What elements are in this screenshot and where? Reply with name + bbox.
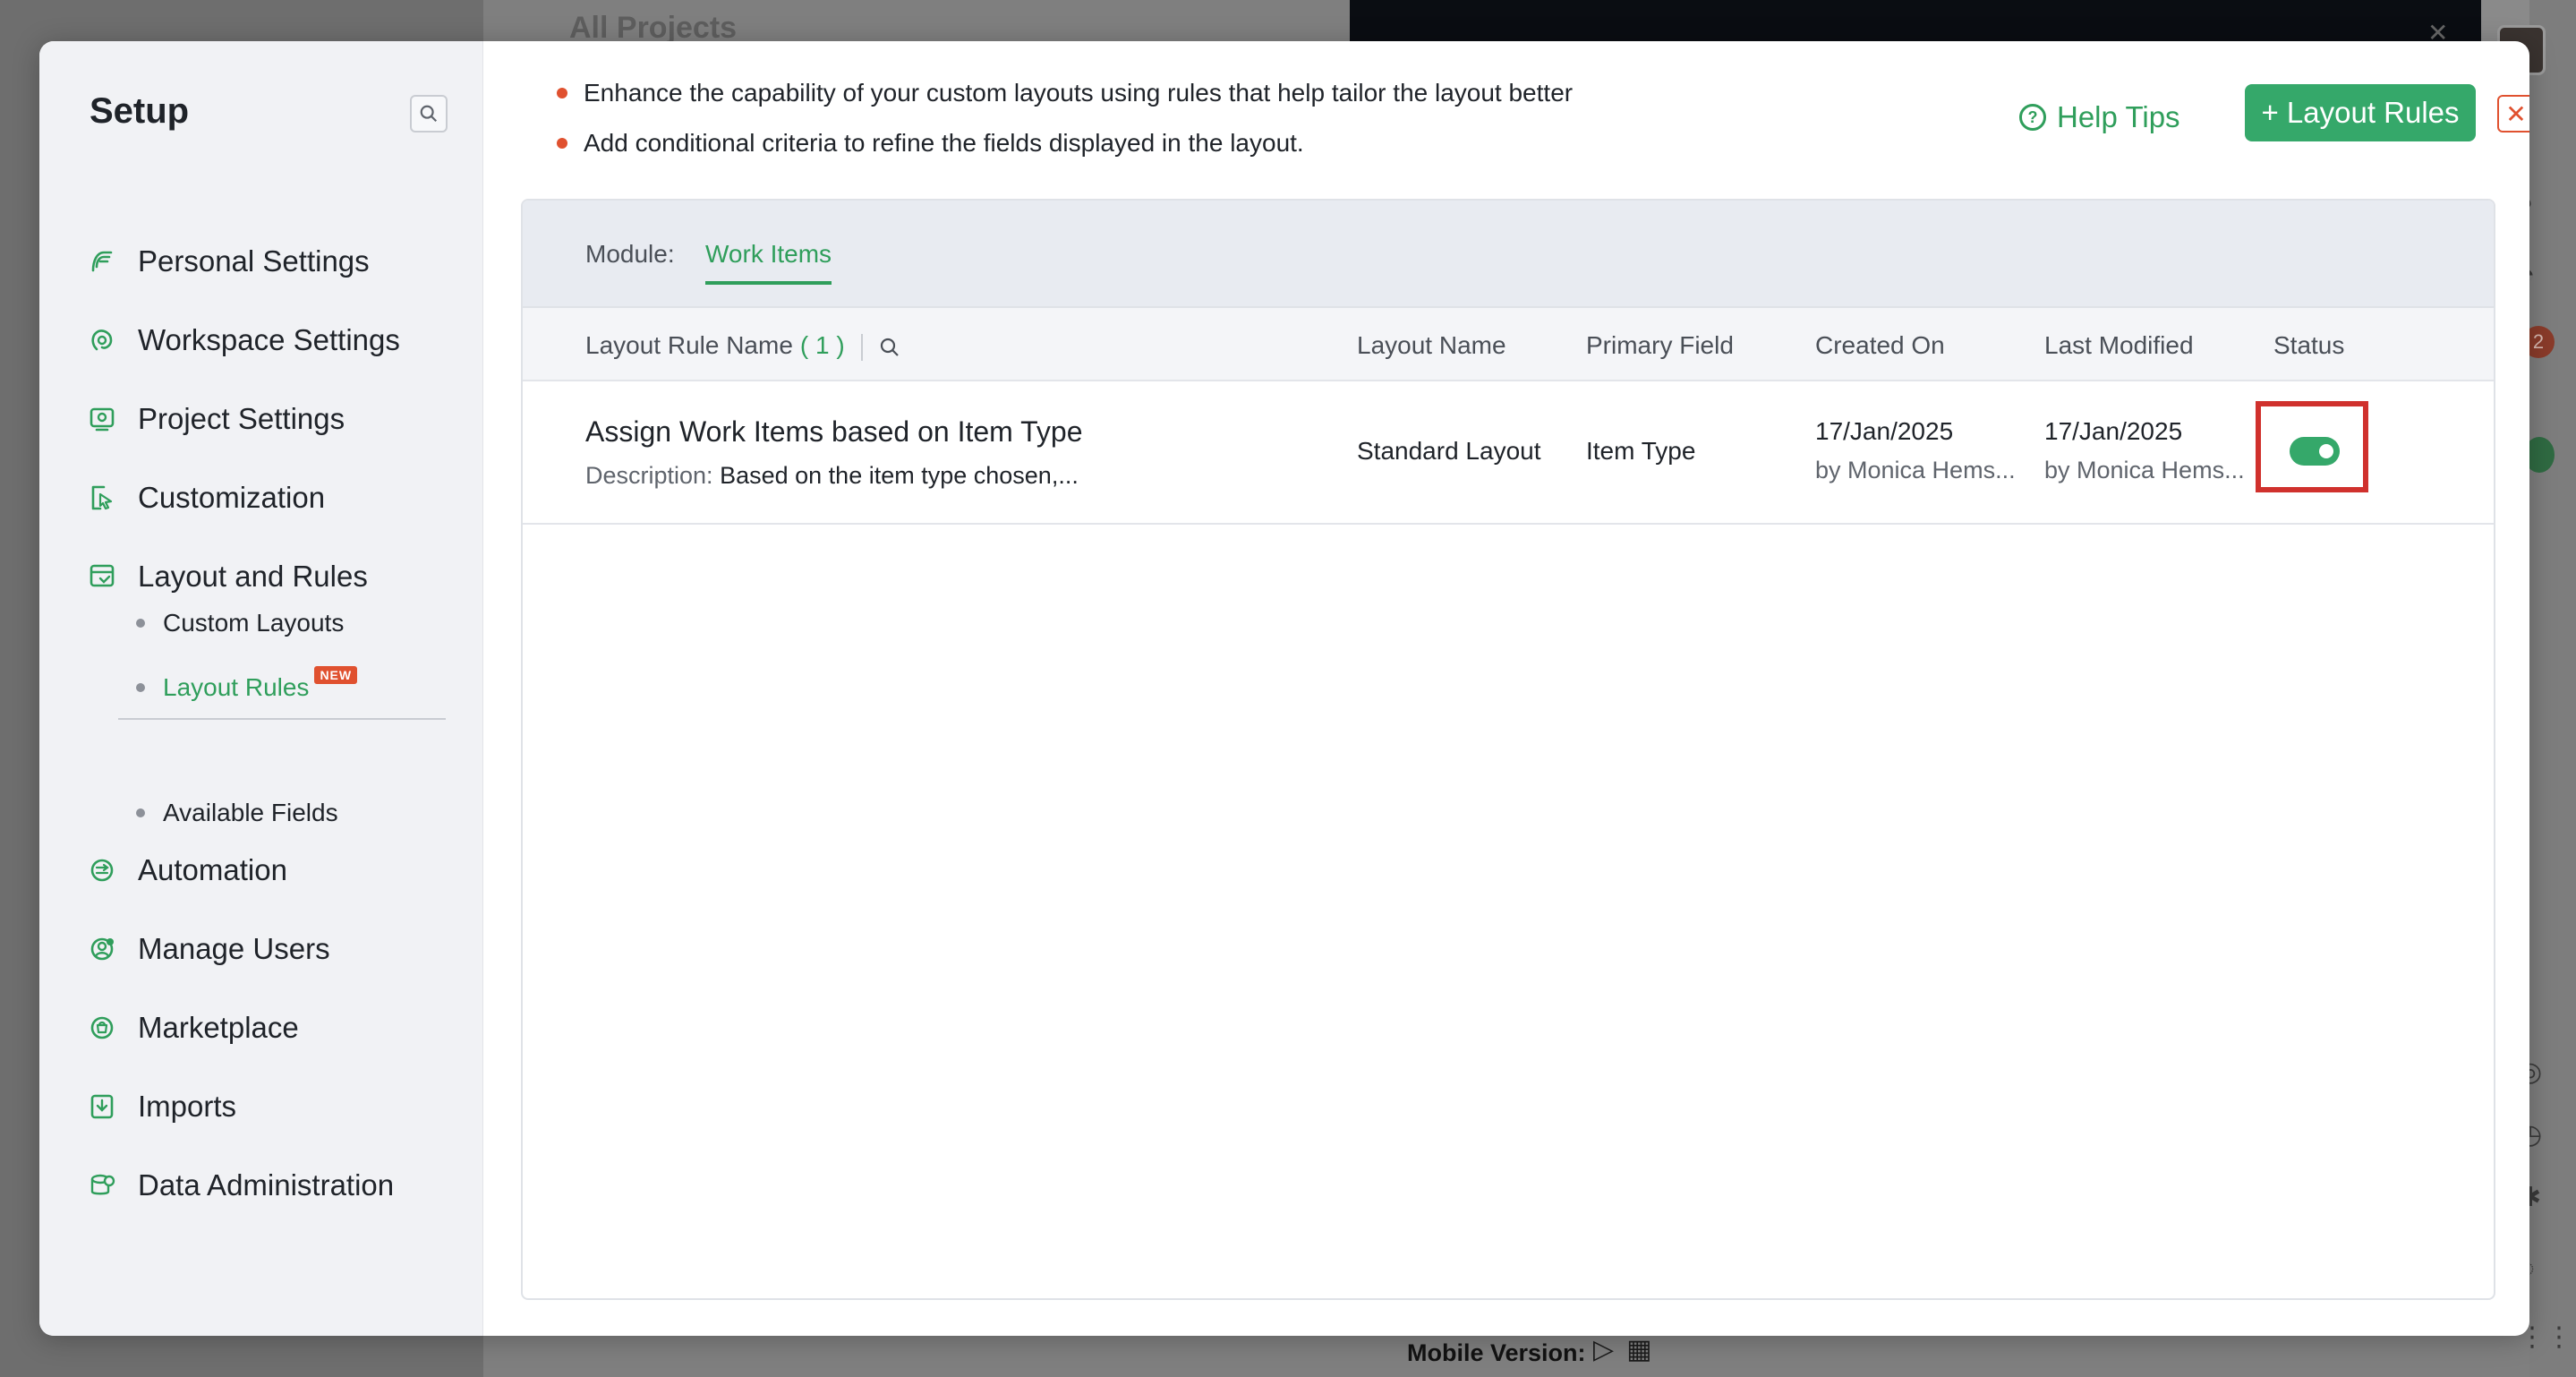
sidebar-item-layout-and-rules[interactable]: Layout and Rules [86, 553, 368, 600]
info-text: Enhance the capability of your custom la… [584, 79, 1574, 107]
mobile-store-icons: ▷▦ [1593, 1334, 1664, 1365]
info-bullet: Enhance the capability of your custom la… [557, 79, 1573, 107]
sidebar-subitem-available-fields[interactable]: Available Fields [136, 793, 338, 833]
sidebar-item-label: Workspace Settings [138, 323, 400, 356]
created-by-cell: by Monica Hems... [1815, 457, 2016, 483]
sidebar-item-manage-users[interactable]: Manage Users [86, 926, 330, 972]
close-icon: ✕ [2505, 99, 2527, 128]
mobile-version-label: Mobile Version: [1407, 1339, 1586, 1366]
layout-name-cell: Standard Layout [1357, 437, 1541, 465]
sidebar-item-label: Automation [138, 853, 287, 886]
sidebar-item-label: Customization [138, 481, 326, 514]
tab-work-items[interactable]: Work Items [705, 240, 832, 285]
header-separator [860, 333, 863, 361]
created-date-cell: 17/Jan/2025 [1815, 417, 1954, 445]
setup-sidebar: Setup Personal Settings Workspace Settin… [39, 41, 483, 1336]
modified-by-cell: by Monica Hems... [2044, 457, 2245, 483]
module-bar: Module: Work Items [523, 201, 2494, 308]
primary-field-cell: Item Type [1586, 437, 1696, 465]
rule-name-link[interactable]: Assign Work Items based on Item Type [585, 415, 1083, 449]
sidebar-item-label: Marketplace [138, 1011, 299, 1044]
table-header: Layout Rule Name( 1 ) Layout Name Primar… [523, 308, 2494, 381]
help-tips-link[interactable]: ? Help Tips [2019, 95, 2180, 140]
sidebar-item-project-settings[interactable]: Project Settings [86, 396, 345, 442]
new-badge: NEW [314, 666, 358, 684]
close-modal-button[interactable]: ✕ [2497, 95, 2529, 133]
module-label: Module: [585, 240, 675, 268]
search-icon [420, 105, 438, 123]
sidebar-divider [118, 718, 446, 720]
layout-rules-table: Module: Work Items Layout Rule Name( 1 )… [521, 199, 2495, 1300]
automation-icon [86, 854, 118, 886]
layout-rules-main: Enhance the capability of your custom la… [483, 41, 2529, 1336]
table-row[interactable]: Assign Work Items based on Item Type Des… [523, 381, 2494, 525]
sidebar-item-label: Personal Settings [138, 244, 370, 278]
info-bullet: Add conditional criteria to refine the f… [557, 129, 1304, 158]
play-store-icon: ▷ [1593, 1335, 1627, 1364]
description-text: Based on the item type chosen,... [720, 462, 1079, 489]
sidebar-item-personal-settings[interactable]: Personal Settings [86, 238, 370, 285]
background-right-rail [2529, 0, 2576, 1377]
sidebar-subitem-label: Layout Rules [163, 673, 310, 701]
bullet-dot [136, 808, 145, 817]
bullet-dot [136, 683, 145, 692]
sidebar-item-label: Data Administration [138, 1168, 395, 1202]
sidebar-item-automation[interactable]: Automation [86, 847, 287, 894]
user-settings-icon [86, 245, 118, 278]
column-header-primary-field: Primary Field [1586, 331, 1734, 359]
column-header-rule-name: Layout Rule Name( 1 ) [585, 331, 900, 361]
sidebar-subitem-layout-rules[interactable]: Layout Rules NEW [136, 666, 358, 707]
workspace-icon [86, 324, 118, 356]
setup-modal: Setup Personal Settings Workspace Settin… [39, 41, 2529, 1336]
bullet-dot [136, 619, 145, 628]
rule-description: Description: Based on the item type chos… [585, 462, 1079, 490]
column-search-button[interactable] [879, 337, 900, 358]
sidebar-item-label: Imports [138, 1090, 237, 1123]
project-settings-icon [86, 403, 118, 435]
data-admin-icon [86, 1169, 118, 1202]
status-toggle[interactable] [2290, 437, 2340, 466]
layout-icon [86, 560, 118, 593]
help-tips-label: Help Tips [2057, 100, 2180, 133]
sidebar-search-button[interactable] [410, 95, 448, 133]
description-label: Description: [585, 462, 713, 489]
modified-date-cell: 17/Jan/2025 [2044, 417, 2183, 445]
column-header-created-on: Created On [1815, 331, 1945, 359]
sidebar-item-imports[interactable]: Imports [86, 1083, 236, 1130]
sidebar-item-data-administration[interactable]: Data Administration [86, 1162, 394, 1209]
sidebar-item-label: Manage Users [138, 932, 330, 965]
info-text: Add conditional criteria to refine the f… [584, 129, 1304, 157]
sidebar-subitem-custom-layouts[interactable]: Custom Layouts [136, 603, 344, 643]
sidebar-item-marketplace[interactable]: Marketplace [86, 1005, 299, 1051]
marketplace-icon [86, 1012, 118, 1044]
sidebar-item-customization[interactable]: Customization [86, 475, 325, 521]
setup-title: Setup [90, 91, 190, 131]
sidebar-subitem-label: Custom Layouts [163, 609, 345, 637]
column-header-status: Status [2273, 331, 2345, 359]
rule-count: ( 1 ) [799, 331, 845, 359]
column-header-label: Layout Rule Name [585, 331, 793, 359]
add-layout-rule-button[interactable]: + Layout Rules [2245, 84, 2476, 141]
help-icon: ? [2019, 104, 2046, 131]
sidebar-item-label: Project Settings [138, 402, 345, 435]
import-icon [86, 1090, 118, 1123]
sidebar-item-workspace-settings[interactable]: Workspace Settings [86, 317, 400, 363]
toggle-knob [2319, 444, 2333, 458]
column-header-layout-name: Layout Name [1357, 331, 1506, 359]
sidebar-subitem-label: Available Fields [163, 799, 338, 826]
column-header-last-modified: Last Modified [2044, 331, 2194, 359]
bullet-dot [557, 88, 567, 98]
sidebar-item-label: Layout and Rules [138, 560, 368, 593]
users-icon [86, 933, 118, 965]
customization-icon [86, 482, 118, 514]
qr-code-icon: ▦ [1626, 1335, 1665, 1364]
search-icon [880, 338, 899, 356]
bullet-dot [557, 138, 567, 149]
